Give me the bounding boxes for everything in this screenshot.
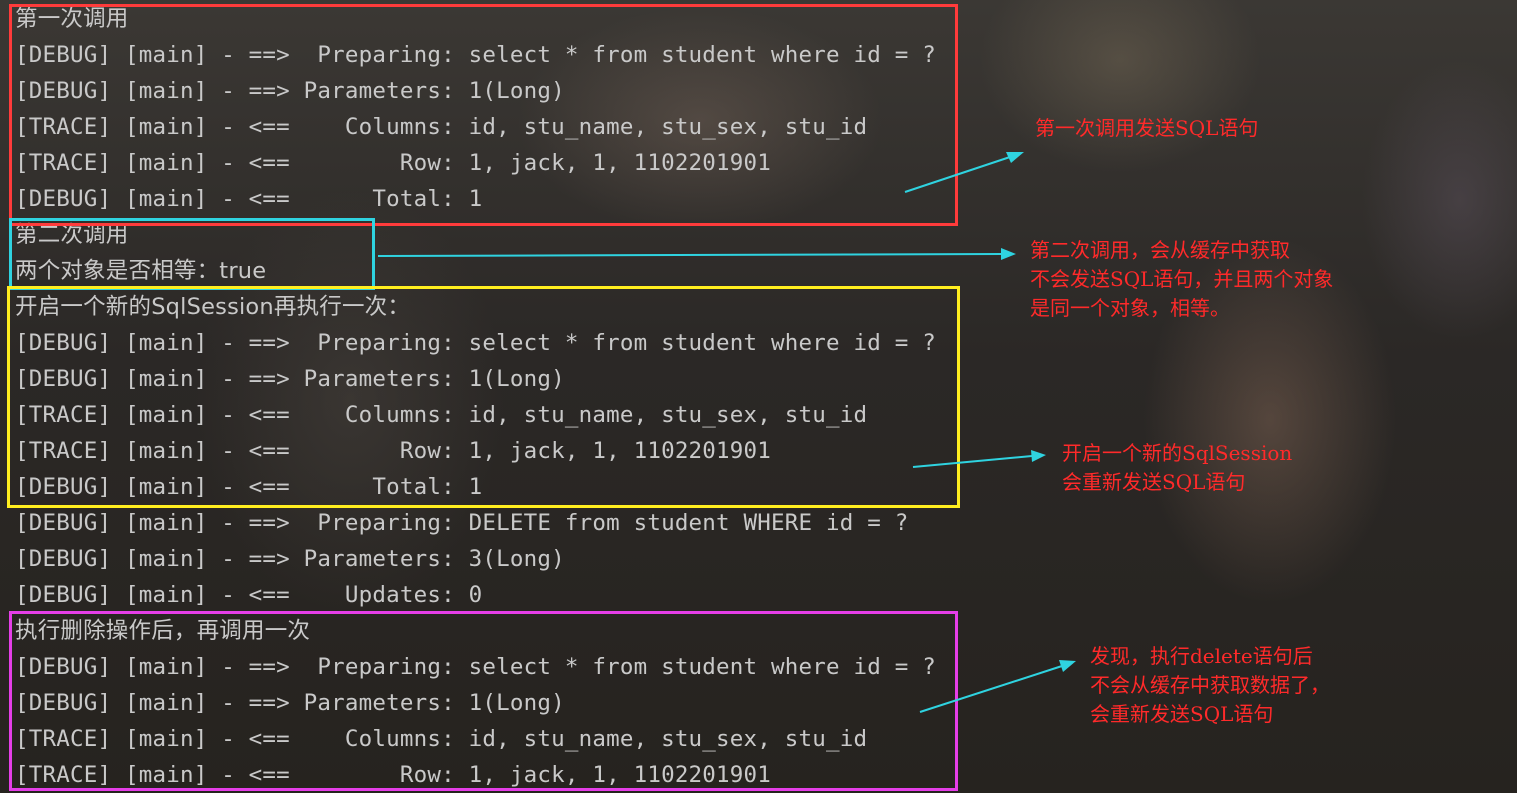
note-first-call: 第一次调用发送SQL语句 [1035, 116, 1259, 140]
arrow-after-delete [919, 665, 1063, 713]
arrowhead-icon [1001, 248, 1016, 260]
arrow-second-call [377, 253, 1003, 257]
arrowhead-icon [1031, 450, 1046, 462]
arrowhead-icon [1059, 660, 1076, 672]
arrow-first-call [904, 156, 1011, 193]
note-after-delete: 发现，执行delete语句后 不会从缓存中获取数据了， 会重新发送SQL语句 [1090, 644, 1330, 726]
note-new-session: 开启一个新的SqlSession 会重新发送SQL语句 [1062, 441, 1293, 494]
arrowhead-icon [1006, 152, 1024, 163]
arrow-new-session [912, 455, 1033, 468]
note-second-call: 第二次调用，会从缓存中获取 不会发送SQL语句，并且两个对象 是同一个对象，相等… [1030, 238, 1334, 320]
